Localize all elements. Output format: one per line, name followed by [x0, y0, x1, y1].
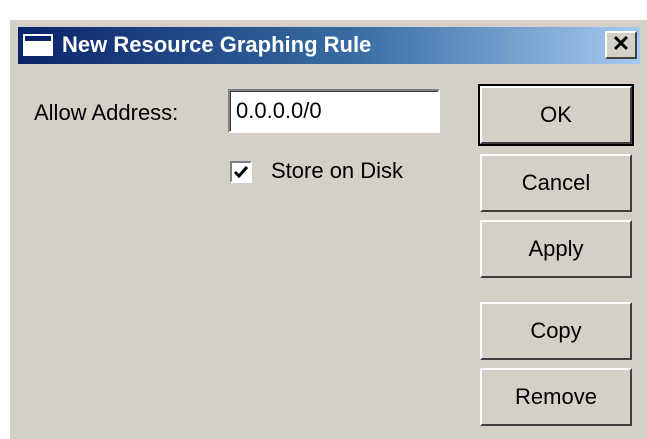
store-on-disk-checkbox[interactable]	[230, 161, 252, 183]
window-title: New Resource Graphing Rule	[62, 32, 372, 57]
allow-address-label: Allow Address:	[34, 100, 179, 125]
remove-button[interactable]: Remove	[480, 368, 632, 426]
checkmark-icon	[233, 166, 249, 179]
title-bar[interactable]: New Resource Graphing Rule ✕	[18, 27, 640, 64]
resource-graphing-rule-dialog: New Resource Graphing Rule ✕ Allow Addre…	[8, 18, 647, 439]
apply-button[interactable]: Apply	[480, 220, 632, 278]
cancel-button[interactable]: Cancel	[480, 154, 632, 212]
ok-button[interactable]: OK	[478, 84, 634, 146]
close-button[interactable]: ✕	[605, 31, 637, 59]
window-icon	[23, 34, 53, 56]
close-icon: ✕	[611, 31, 631, 56]
store-on-disk-label[interactable]: Store on Disk	[271, 158, 403, 184]
copy-button[interactable]: Copy	[480, 302, 632, 360]
allow-address-input[interactable]	[228, 89, 440, 133]
